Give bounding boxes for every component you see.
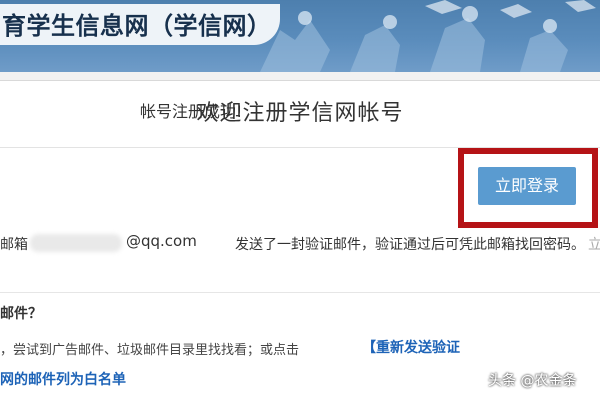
- page-title: 欢迎注册学信网帐号: [196, 101, 404, 126]
- whitelist-link[interactable]: 网的邮件列为白名单: [0, 369, 126, 389]
- resend-verification-link[interactable]: 重新发送验证: [376, 337, 460, 357]
- spam-folder-tip: ，尝试到广告邮件、垃圾邮件目录里找找看；或点击: [0, 343, 300, 358]
- verification-message: 发送了一封验证邮件，验证通过后可凭此邮箱找回密码。: [235, 237, 585, 253]
- email-domain: @qq.com: [126, 232, 197, 250]
- site-banner: 育学生信息网（学信网）: [0, 0, 600, 72]
- mail-prefix: 邮箱: [0, 237, 28, 253]
- no-mail-heading: 邮件？: [0, 306, 42, 322]
- success-message: 帐号注册成功!: [140, 102, 243, 121]
- site-title: 育学生信息网（学信网）: [0, 4, 280, 45]
- masked-email: [30, 234, 122, 252]
- watermark: 头条 @农金条: [488, 373, 577, 389]
- truncated-link[interactable]: 立: [588, 234, 600, 254]
- verification-mail-notice: 邮箱 @qq.com 发送了一封验证邮件，验证通过后可凭此邮箱找回密码。 立: [0, 232, 600, 254]
- resend-bracket: 【: [362, 340, 376, 356]
- divider: [0, 292, 600, 293]
- login-now-button[interactable]: 立即登录: [478, 167, 576, 205]
